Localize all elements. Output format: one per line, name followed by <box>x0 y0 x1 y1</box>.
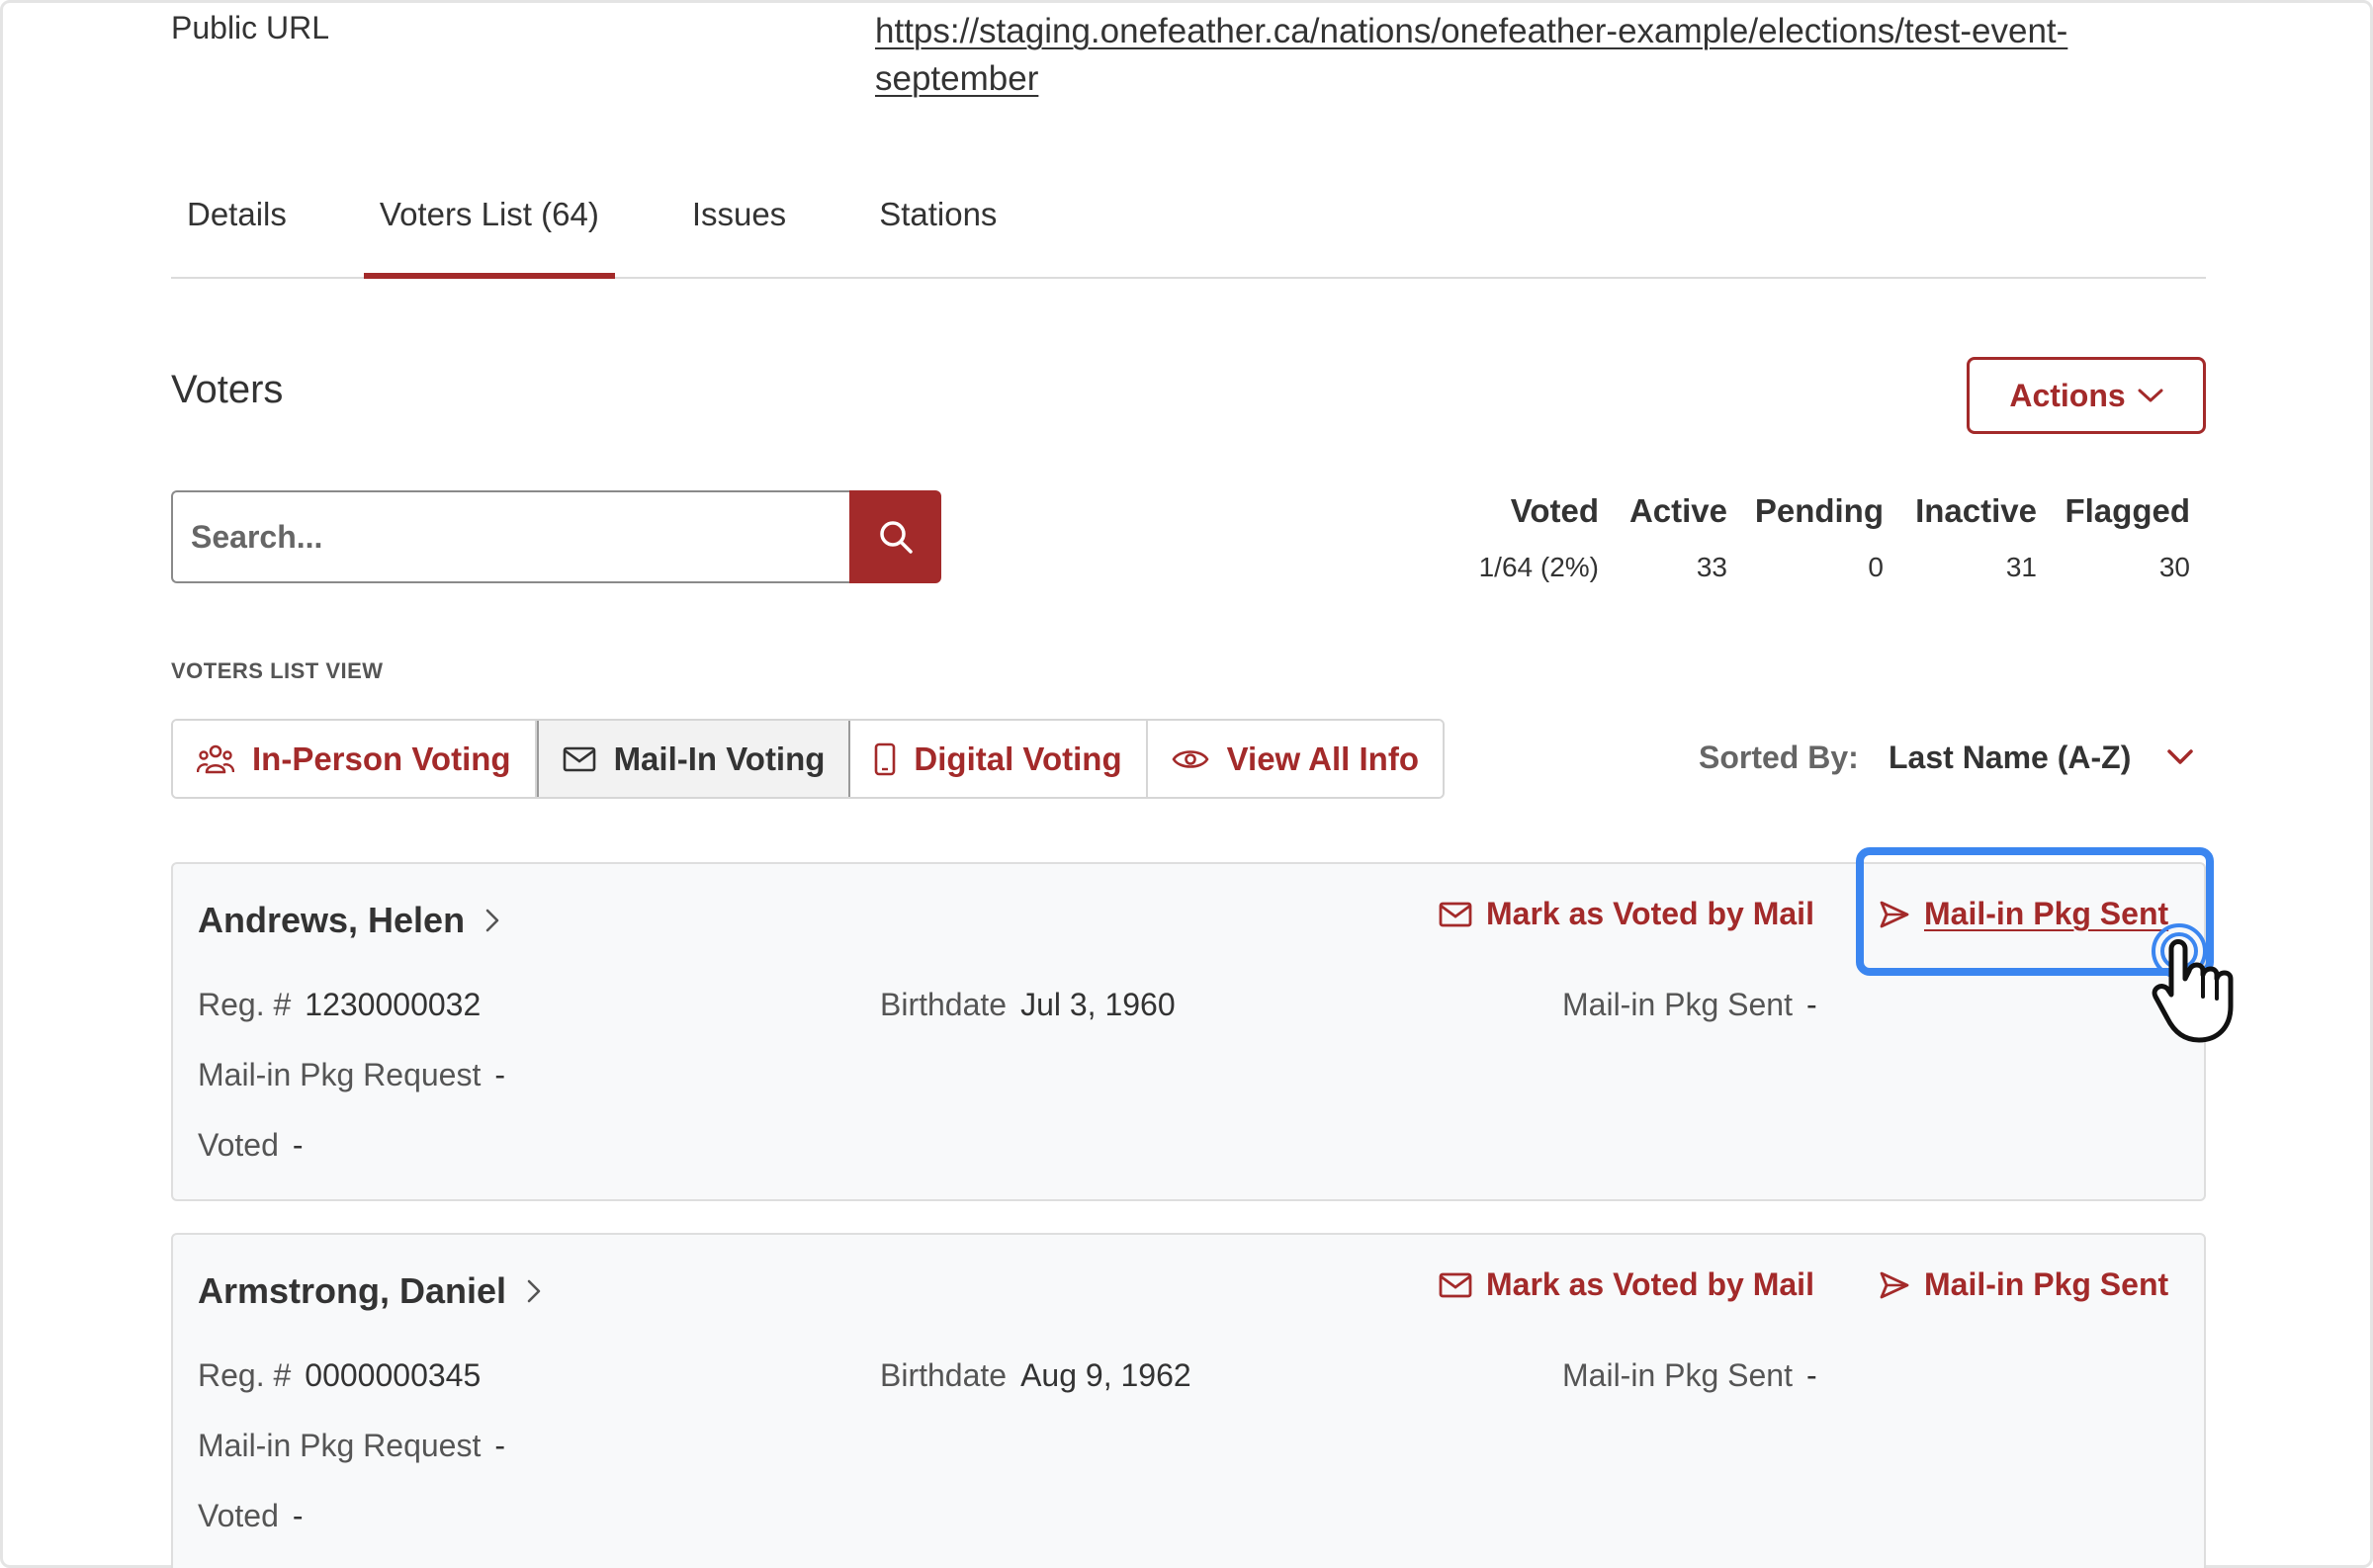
birthdate-value: Aug 9, 1962 <box>1020 1357 1191 1393</box>
voter-name-link[interactable]: Andrews, Helen <box>198 900 500 941</box>
eye-icon <box>1172 749 1209 768</box>
pkg-sent-label: Mail-in Pkg Sent <box>1562 987 1793 1022</box>
mark-voted-by-mail-button[interactable]: Mark as Voted by Mail <box>1439 1266 1814 1303</box>
pkg-request-field: Mail-in Pkg Request - <box>198 1428 505 1464</box>
mail-in-pkg-sent-button[interactable]: Mail-in Pkg Sent <box>1879 1266 2168 1303</box>
list-view-toggle: In-Person Voting Mail-In Voting Digital … <box>171 719 1445 799</box>
list-view-label: VOTERS LIST VIEW <box>171 658 384 683</box>
chevron-right-icon <box>527 1279 541 1303</box>
send-icon <box>1880 901 1909 927</box>
reg-number-label: Reg. # <box>198 1357 292 1393</box>
mark-voted-by-mail-button[interactable]: Mark as Voted by Mail <box>1439 896 1814 932</box>
mark-voted-by-mail-label: Mark as Voted by Mail <box>1486 1266 1814 1302</box>
voted-field: Voted - <box>198 1498 304 1534</box>
mail-in-voting-button[interactable]: Mail-In Voting <box>536 721 851 797</box>
tab-bar: Details Voters List (64) Issues Stations <box>171 178 2206 279</box>
voted-label: Voted <box>198 1127 279 1163</box>
reg-number-field: Reg. # 1230000032 <box>198 987 481 1023</box>
mail-icon <box>1439 902 1472 926</box>
mail-in-voting-label: Mail-In Voting <box>613 740 826 777</box>
pkg-sent-value: - <box>1805 987 1817 1022</box>
tab-voters-list[interactable]: Voters List (64) <box>363 178 615 279</box>
stat-value-active: 33 <box>1696 552 1727 582</box>
birthdate-label: Birthdate <box>880 1357 1008 1393</box>
stat-value-inactive: 31 <box>2005 552 2037 582</box>
pkg-request-label: Mail-in Pkg Request <box>198 1428 482 1463</box>
chevron-down-icon <box>2138 389 2163 402</box>
pkg-sent-field: Mail-in Pkg Sent - <box>1562 987 1817 1023</box>
stat-value-pending: 0 <box>1868 552 1884 582</box>
chevron-down-icon[interactable] <box>2165 747 2195 767</box>
phone-icon <box>875 742 896 775</box>
public-url-label: Public URL <box>171 10 330 45</box>
digital-voting-button[interactable]: Digital Voting <box>850 721 1148 797</box>
pkg-request-label: Mail-in Pkg Request <box>198 1057 482 1092</box>
mail-in-pkg-sent-label: Mail-in Pkg Sent <box>1924 1266 2169 1302</box>
view-all-info-label: View All Info <box>1226 740 1419 777</box>
voted-value: - <box>292 1498 304 1533</box>
search-icon <box>879 521 913 554</box>
pkg-request-field: Mail-in Pkg Request - <box>198 1057 505 1093</box>
tab-details[interactable]: Details <box>171 178 303 277</box>
reg-number-label: Reg. # <box>198 987 292 1022</box>
voted-field: Voted - <box>198 1127 304 1164</box>
stat-header-active: Active <box>1628 492 1727 529</box>
sort-label: Sorted By: <box>1699 740 1859 775</box>
pkg-sent-value: - <box>1805 1357 1817 1393</box>
voted-label: Voted <box>198 1498 279 1533</box>
in-person-voting-label: In-Person Voting <box>252 740 511 777</box>
voter-name: Armstrong, Daniel <box>198 1270 507 1311</box>
mail-icon <box>1439 1272 1472 1297</box>
sort-dropdown[interactable]: Last Name (A-Z) <box>1889 740 2131 776</box>
mail-in-pkg-sent-button[interactable]: Mail-in Pkg Sent <box>1879 896 2168 932</box>
stat-header-voted: Voted <box>1510 492 1599 529</box>
voter-name-link[interactable]: Armstrong, Daniel <box>198 1270 542 1312</box>
pkg-sent-field: Mail-in Pkg Sent - <box>1562 1357 1817 1394</box>
birthdate-value: Jul 3, 1960 <box>1020 987 1176 1022</box>
in-person-voting-button[interactable]: In-Person Voting <box>173 721 537 797</box>
mail-in-pkg-sent-label: Mail-in Pkg Sent <box>1924 896 2169 931</box>
search-bar <box>171 490 941 583</box>
reg-number-field: Reg. # 0000000345 <box>198 1357 481 1394</box>
stat-value-voted: 1/64 (2%) <box>1478 552 1599 582</box>
chevron-right-icon <box>485 909 499 932</box>
view-all-info-button[interactable]: View All Info <box>1147 721 1443 797</box>
search-button[interactable] <box>849 490 941 583</box>
stat-value-flagged: 30 <box>2158 552 2190 582</box>
voter-card: Armstrong, Daniel Mark as Voted by Mail … <box>171 1233 2206 1568</box>
public-url-link[interactable]: https://staging.onefeather.ca/nations/on… <box>875 8 2160 103</box>
reg-number-value: 1230000032 <box>305 987 482 1022</box>
stat-header-flagged: Flagged <box>2065 492 2190 529</box>
pkg-request-value: - <box>494 1057 505 1092</box>
users-icon <box>197 744 234 773</box>
voter-name: Andrews, Helen <box>198 900 466 940</box>
voter-card: Andrews, Helen Mark as Voted by Mail Mai… <box>171 862 2206 1201</box>
voters-heading: Voters <box>171 368 284 411</box>
stat-header-inactive: Inactive <box>1915 492 2037 529</box>
actions-label: Actions <box>2009 377 2126 413</box>
pkg-request-value: - <box>494 1428 505 1463</box>
stat-header-pending: Pending <box>1754 492 1884 529</box>
reg-number-value: 0000000345 <box>305 1357 482 1393</box>
search-input[interactable] <box>171 490 849 583</box>
send-icon <box>1880 1271 1909 1298</box>
birthdate-field: Birthdate Aug 9, 1962 <box>880 1357 1191 1394</box>
mail-icon <box>563 746 595 771</box>
pkg-sent-label: Mail-in Pkg Sent <box>1562 1357 1793 1393</box>
birthdate-label: Birthdate <box>880 987 1008 1022</box>
tab-stations[interactable]: Stations <box>863 178 1012 277</box>
digital-voting-label: Digital Voting <box>914 740 1122 777</box>
birthdate-field: Birthdate Jul 3, 1960 <box>880 987 1176 1023</box>
tab-issues[interactable]: Issues <box>676 178 802 277</box>
mark-voted-by-mail-label: Mark as Voted by Mail <box>1486 896 1814 931</box>
voted-value: - <box>292 1127 304 1163</box>
actions-button[interactable]: Actions <box>1967 357 2206 434</box>
